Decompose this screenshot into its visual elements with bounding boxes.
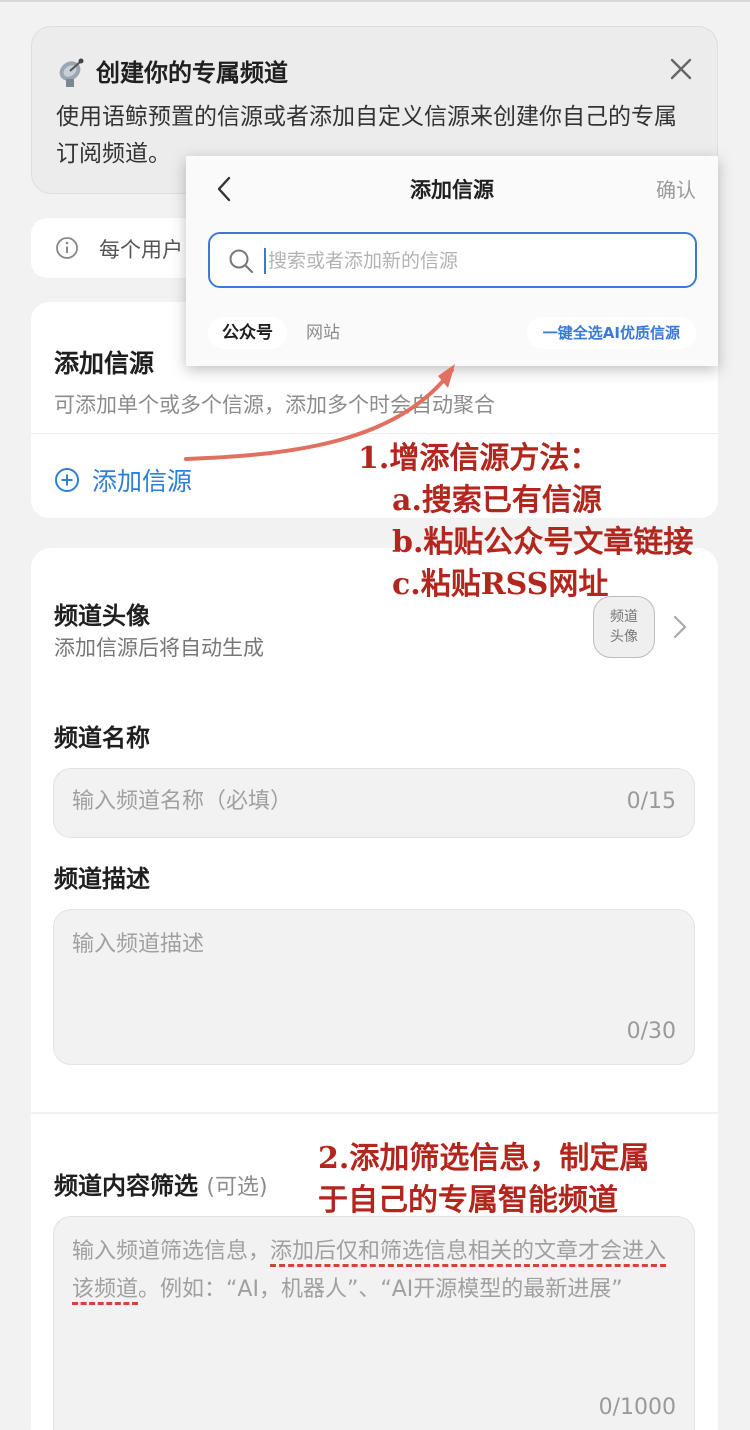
content-filter-placeholder: 输入频道筛选信息，添加后仅和筛选信息相关的文章才会进入该频道。例如：“AI，机器… [72, 1233, 682, 1309]
content-filter-optional: (可选) [206, 1175, 268, 1200]
content-filter-placeholder-part3: 。例如：“AI，机器人”、“AI开源模型的最新进展” [138, 1277, 623, 1302]
add-source-subtext: 可添加单个或多个信源，添加多个时会自动聚合 [54, 393, 495, 417]
annotation-note-1-line3: b.粘贴公众号文章链接 [392, 525, 694, 560]
channel-description-input[interactable]: 输入频道描述 0/30 [53, 909, 695, 1065]
content-filter-input[interactable]: 输入频道筛选信息，添加后仅和筛选信息相关的文章才会进入该频道。例如：“AI，机器… [53, 1216, 695, 1430]
satellite-dish-icon [59, 58, 84, 87]
tab-websites[interactable]: 网站 [306, 317, 340, 349]
add-source-heading: 添加信源 [54, 349, 155, 378]
avatar-label: 频道头像 [54, 602, 150, 630]
content-filter-placeholder-part1: 输入频道筛选信息， [72, 1239, 271, 1264]
channel-name-count: 0/15 [626, 789, 676, 814]
channel-description-label: 频道描述 [54, 865, 150, 893]
annotation-note-2: 2.添加筛选信息，制定属 于自己的专属智能频道 [318, 1138, 649, 1222]
annotation-note-2-line1: 2.添加筛选信息，制定属 [318, 1141, 650, 1176]
search-icon [229, 249, 254, 274]
avatar-sublabel: 添加信源后将自动生成 [54, 636, 264, 660]
content-filter-label: 频道内容筛选 (可选) [54, 1166, 268, 1201]
channel-description-count: 0/30 [626, 1019, 676, 1044]
annotation-note-1-line4: c.粘贴RSS网址 [392, 567, 609, 602]
source-search-box[interactable] [208, 232, 697, 288]
avatar-placeholder-line2: 头像 [610, 629, 638, 645]
close-icon[interactable] [667, 55, 695, 83]
channel-form-card: 频道头像 添加信源后将自动生成 频道 头像 频道名称 输入频道名称（必填） 0/… [31, 548, 718, 1430]
confirm-button[interactable]: 确认 [656, 174, 696, 203]
section-separator [31, 1112, 718, 1114]
channel-name-label: 频道名称 [54, 724, 150, 752]
popup-title: 添加信源 [410, 178, 494, 202]
avatar-placeholder-line1: 频道 [610, 609, 638, 625]
channel-name-placeholder: 输入频道名称（必填） [72, 789, 293, 814]
plus-circle-icon [55, 468, 79, 492]
top-border [0, 0, 750, 2]
add-source-label: 添加信源 [92, 467, 193, 496]
text-caret [264, 248, 266, 274]
channel-description-placeholder: 输入频道描述 [72, 932, 205, 957]
source-search-input[interactable] [268, 244, 678, 278]
content-filter-count: 0/1000 [598, 1395, 676, 1420]
tab-official-accounts[interactable]: 公众号 [208, 317, 287, 349]
annotation-note-1-line1: 1.增添信源方法： [358, 441, 600, 476]
annotation-note-1: 1.增添信源方法： a.搜索已有信源 b.粘贴公众号文章链接 c.粘贴RSS网址 [358, 438, 693, 606]
banner-title: 创建你的专属频道 [96, 59, 288, 87]
channel-name-input[interactable]: 输入频道名称（必填） 0/15 [53, 768, 695, 838]
annotation-note-1-line2: a.搜索已有信源 [392, 483, 602, 518]
annotation-note-2-line2: 于自己的专属智能频道 [318, 1183, 618, 1218]
add-source-popup: 添加信源 确认 公众号 网站 一键全选AI优质信源 [186, 156, 718, 366]
notice-text: 每个用户 [99, 238, 183, 262]
content-filter-label-text: 频道内容筛选 [54, 1172, 198, 1200]
select-all-ai-sources-button[interactable]: 一键全选AI优质信源 [526, 317, 696, 349]
info-icon [56, 237, 78, 259]
divider [31, 433, 718, 434]
add-source-button[interactable]: 添加信源 [54, 462, 192, 498]
chevron-right-icon[interactable] [671, 614, 689, 640]
